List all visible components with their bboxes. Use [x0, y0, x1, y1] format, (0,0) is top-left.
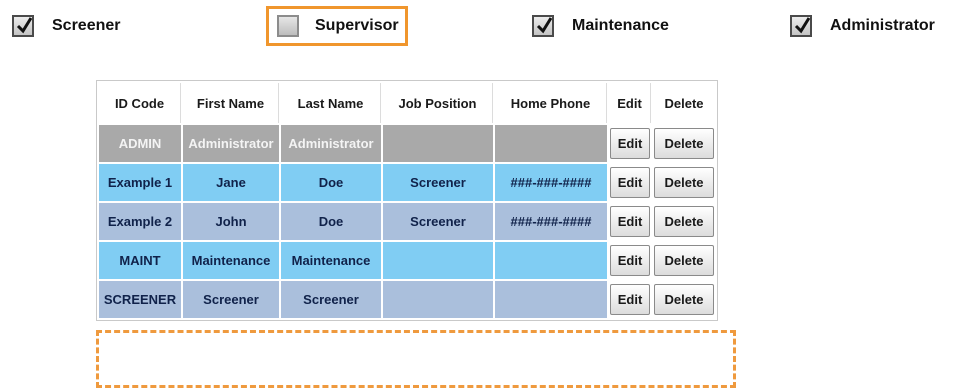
column-header-id-code[interactable]: ID Code [99, 83, 181, 123]
home-phone-cell [495, 281, 607, 318]
job-position-cell: Screener [383, 203, 493, 240]
supervisor-filter-label: Supervisor [315, 17, 399, 34]
job-position-cell [383, 242, 493, 279]
delete-button[interactable]: Delete [654, 167, 714, 198]
table-row[interactable]: Example 2 John Doe Screener ###-###-####… [99, 203, 715, 240]
first-name-cell: Screener [183, 281, 279, 318]
edit-button[interactable]: Edit [610, 206, 650, 237]
delete-button[interactable]: Delete [654, 245, 714, 276]
column-header-last-name[interactable]: Last Name [281, 83, 381, 123]
column-header-edit: Edit [609, 83, 651, 123]
user-table: ID Code First Name Last Name Job Positio… [96, 80, 718, 321]
edit-cell: Edit [609, 164, 651, 201]
id-code-cell: SCREENER [99, 281, 181, 318]
home-phone-cell: ###-###-#### [495, 203, 607, 240]
delete-cell: Delete [653, 164, 715, 201]
table-row[interactable]: Example 1 Jane Doe Screener ###-###-####… [99, 164, 715, 201]
home-phone-cell [495, 125, 607, 162]
first-name-cell: Administrator [183, 125, 279, 162]
empty-row-placeholder [96, 330, 736, 388]
maintenance-filter-checkbox[interactable]: Maintenance [532, 8, 669, 44]
delete-cell: Delete [653, 125, 715, 162]
delete-cell: Delete [653, 242, 715, 279]
home-phone-cell [495, 242, 607, 279]
edit-button[interactable]: Edit [610, 245, 650, 276]
id-code-cell: ADMIN [99, 125, 181, 162]
home-phone-cell: ###-###-#### [495, 164, 607, 201]
edit-cell: Edit [609, 125, 651, 162]
column-header-delete: Delete [653, 83, 715, 123]
maintenance-filter-label: Maintenance [572, 17, 669, 34]
last-name-cell: Doe [281, 164, 381, 201]
column-header-first-name[interactable]: First Name [183, 83, 279, 123]
last-name-cell: Screener [281, 281, 381, 318]
last-name-cell: Maintenance [281, 242, 381, 279]
supervisor-filter-checkbox[interactable]: Supervisor [266, 6, 408, 46]
first-name-cell: John [183, 203, 279, 240]
screener-filter-label: Screener [52, 17, 121, 34]
edit-button[interactable]: Edit [610, 284, 650, 315]
last-name-cell: Doe [281, 203, 381, 240]
checkmark-icon[interactable] [12, 15, 34, 37]
edit-cell: Edit [609, 281, 651, 318]
job-position-cell [383, 281, 493, 318]
delete-cell: Delete [653, 203, 715, 240]
table-row[interactable]: MAINT Maintenance Maintenance Edit Delet… [99, 242, 715, 279]
administrator-filter-label: Administrator [830, 17, 935, 34]
job-position-cell [383, 125, 493, 162]
checkmark-icon[interactable] [790, 15, 812, 37]
delete-button[interactable]: Delete [654, 206, 714, 237]
screener-filter-checkbox[interactable]: Screener [12, 8, 121, 44]
delete-button[interactable]: Delete [654, 284, 714, 315]
id-code-cell: MAINT [99, 242, 181, 279]
checkmark-icon[interactable] [532, 15, 554, 37]
delete-cell: Delete [653, 281, 715, 318]
job-position-cell: Screener [383, 164, 493, 201]
last-name-cell: Administrator [281, 125, 381, 162]
unchecked-box-icon[interactable] [277, 15, 299, 37]
table-row[interactable]: SCREENER Screener Screener Edit Delete [99, 281, 715, 318]
edit-button[interactable]: Edit [610, 167, 650, 198]
edit-cell: Edit [609, 242, 651, 279]
column-header-home-phone[interactable]: Home Phone [495, 83, 607, 123]
first-name-cell: Jane [183, 164, 279, 201]
edit-cell: Edit [609, 203, 651, 240]
id-code-cell: Example 1 [99, 164, 181, 201]
table-header-row: ID Code First Name Last Name Job Positio… [99, 83, 715, 123]
administrator-filter-checkbox[interactable]: Administrator [790, 8, 935, 44]
id-code-cell: Example 2 [99, 203, 181, 240]
column-header-job-position[interactable]: Job Position [383, 83, 493, 123]
first-name-cell: Maintenance [183, 242, 279, 279]
delete-button[interactable]: Delete [654, 128, 714, 159]
table-row[interactable]: ADMIN Administrator Administrator Edit D… [99, 125, 715, 162]
edit-button[interactable]: Edit [610, 128, 650, 159]
